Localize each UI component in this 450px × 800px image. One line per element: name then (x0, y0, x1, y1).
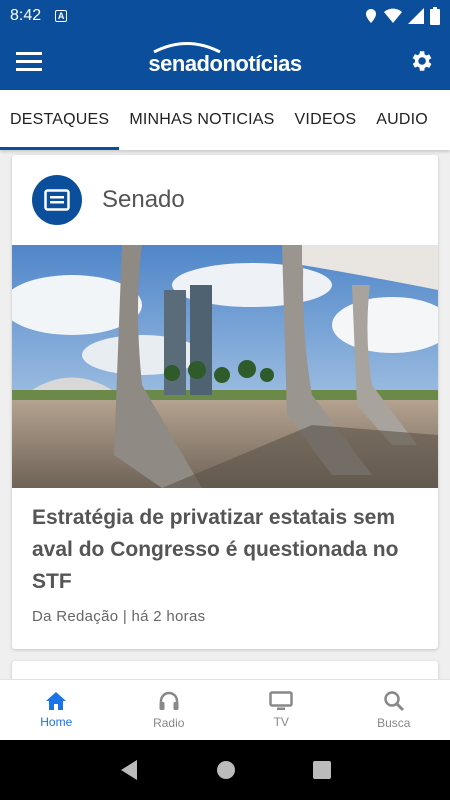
wifi-icon (384, 8, 402, 23)
tab-videos[interactable]: VIDEOS (285, 90, 367, 150)
back-icon[interactable] (119, 759, 139, 781)
news-section-icon (32, 175, 82, 225)
search-icon (384, 691, 404, 712)
news-headline[interactable]: Estratégia de privatizar estatais sem av… (12, 488, 438, 598)
headphones-icon (159, 691, 179, 710)
app-bar: senadonotícias (0, 32, 450, 90)
notification-badge: A (55, 10, 68, 22)
home-circle-icon[interactable] (216, 760, 236, 780)
nav-busca[interactable]: Busca (338, 680, 450, 740)
signal-icon (408, 8, 424, 24)
card-header: Senado (12, 155, 438, 245)
nav-radio-label: Radio (153, 716, 185, 730)
tab-minhas-noticias[interactable]: MINHAS NOTICIAS (119, 90, 284, 150)
logo-arc-icon (153, 42, 222, 53)
nav-radio[interactable]: Radio (113, 680, 226, 740)
tab-destaques[interactable]: DESTAQUES (0, 90, 120, 150)
tab-audio[interactable]: AUDIO (366, 90, 438, 150)
nav-tv-label: TV (273, 715, 289, 729)
system-nav-bar (0, 740, 450, 800)
home-icon (46, 692, 67, 710)
tv-icon (269, 691, 293, 710)
news-photo (12, 245, 438, 488)
location-icon (366, 9, 376, 23)
bottom-nav: Home Radio TV Busca (0, 679, 450, 740)
nav-home[interactable]: Home (0, 680, 113, 740)
settings-gear-icon[interactable] (408, 48, 434, 74)
logo-text-senado: senado (148, 51, 223, 76)
app-logo: senadonotícias (148, 42, 302, 77)
battery-icon (430, 7, 440, 25)
menu-icon[interactable] (16, 51, 42, 71)
status-bar: 8:42 A (0, 0, 450, 32)
section-title: Senado (102, 186, 185, 213)
logo-text-noticias: notícias (222, 51, 302, 76)
nav-tv[interactable]: TV (225, 680, 338, 740)
section-tabs: DESTAQUES MINHAS NOTICIAS VIDEOS AUDIO (0, 90, 450, 150)
nav-busca-label: Busca (377, 716, 411, 730)
news-card[interactable]: Senado Estratégia de privatizar estatais… (12, 155, 438, 649)
recents-square-icon[interactable] (313, 761, 332, 779)
status-icons (364, 7, 440, 25)
news-meta: Da Redação | há 2 horas (32, 608, 206, 625)
status-time: 8:42 (10, 7, 42, 24)
nav-home-label: Home (40, 715, 73, 729)
